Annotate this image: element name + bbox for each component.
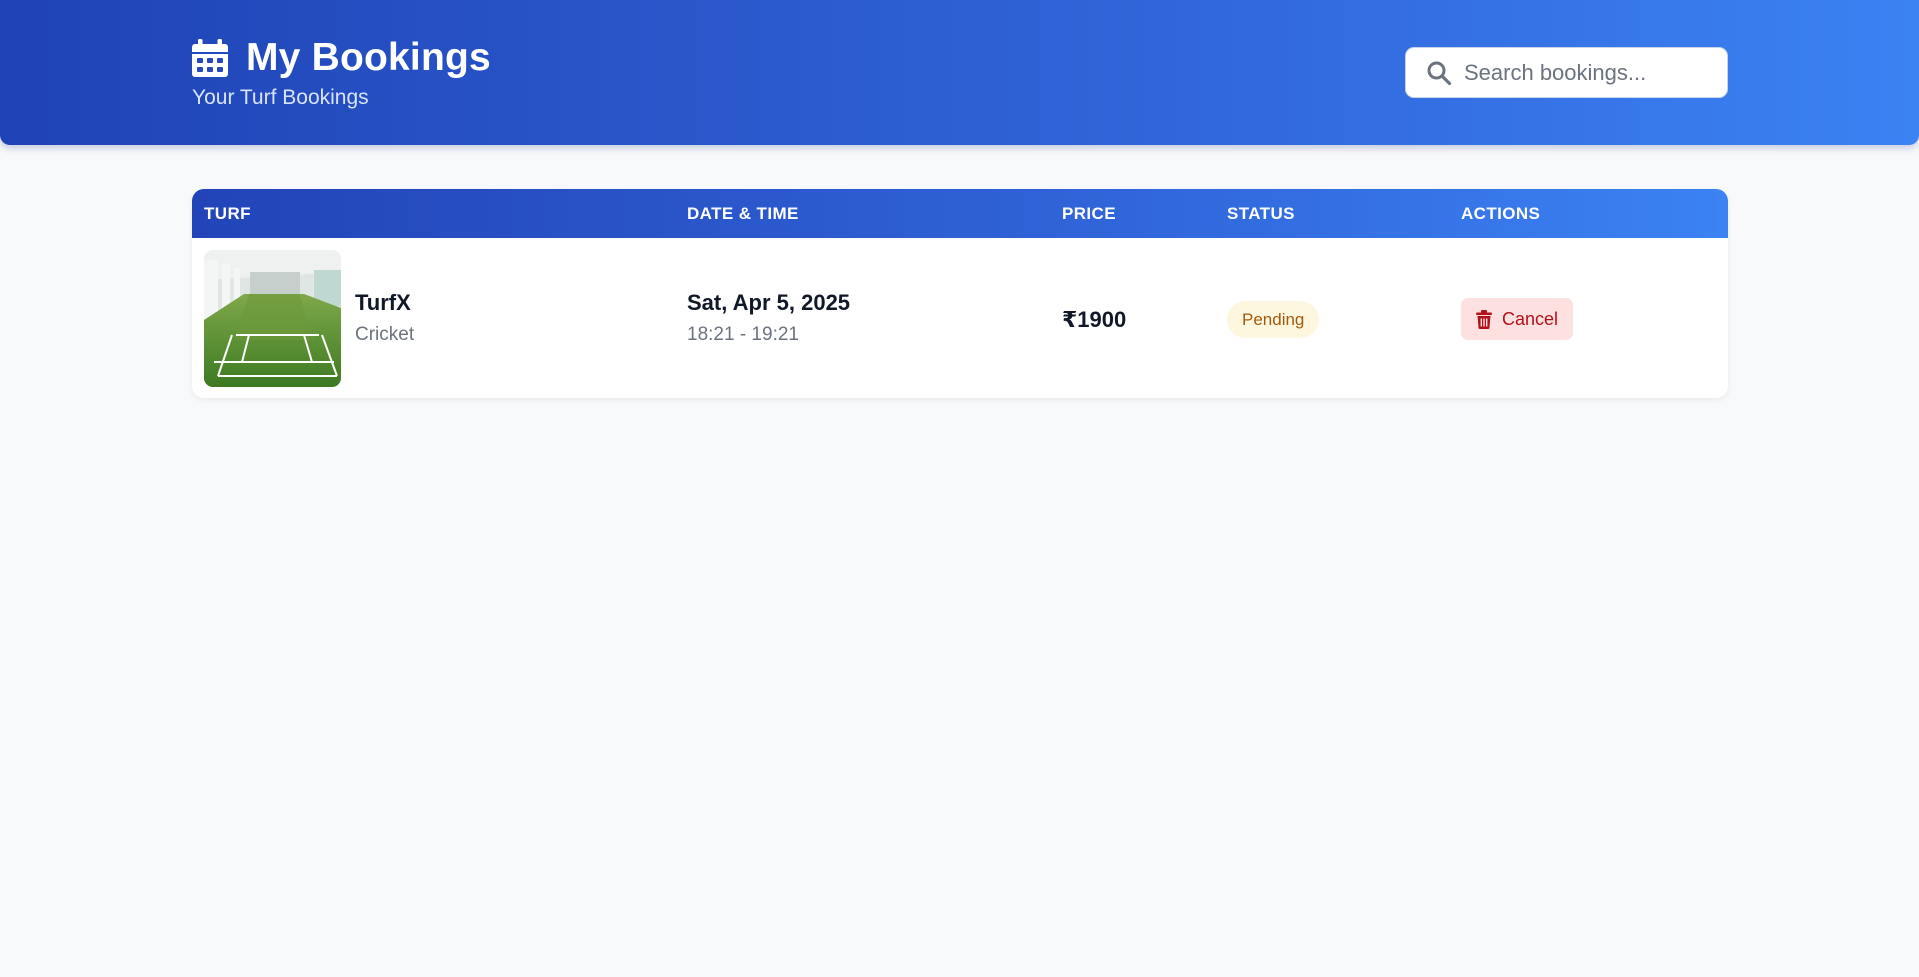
page-title: My Bookings	[246, 36, 491, 79]
search-icon	[1427, 61, 1452, 85]
booking-price: ₹1900	[1062, 307, 1127, 332]
turf-name: TurfX	[355, 290, 411, 315]
cancel-button-label: Cancel	[1502, 308, 1559, 329]
bookings-table: TURF DATE & TIME PRICE STATUS ACTIONS Tu…	[192, 189, 1728, 398]
search-input[interactable]	[1464, 59, 1714, 86]
column-header-date-time: DATE & TIME	[687, 204, 799, 223]
calendar-icon	[192, 39, 228, 77]
status-badge: Pending	[1227, 301, 1320, 338]
page-subtitle: Your Turf Bookings	[192, 86, 369, 109]
brand: My Bookings Your Turf Bookings	[192, 36, 491, 110]
table-header: TURF DATE & TIME PRICE STATUS ACTIONS	[192, 189, 1728, 238]
title-row: My Bookings	[192, 36, 491, 80]
search-box[interactable]	[1405, 47, 1728, 98]
page-header: My Bookings Your Turf Bookings	[0, 0, 1919, 145]
column-header-status: STATUS	[1227, 204, 1295, 223]
trash-icon	[1476, 309, 1492, 329]
turf-sport: Cricket	[355, 324, 415, 345]
turf-thumbnail	[204, 250, 341, 387]
turf-image	[204, 250, 341, 387]
column-header-actions: ACTIONS	[1461, 204, 1541, 223]
booking-date: Sat, Apr 5, 2025	[687, 290, 851, 315]
table-row: TurfX Cricket Sat, Apr 5, 2025 18:21 - 1…	[192, 238, 1728, 398]
cancel-button[interactable]: Cancel	[1461, 298, 1573, 340]
column-header-price: PRICE	[1062, 204, 1116, 223]
column-header-turf: TURF	[204, 204, 251, 223]
booking-time: 18:21 - 19:21	[687, 324, 799, 345]
